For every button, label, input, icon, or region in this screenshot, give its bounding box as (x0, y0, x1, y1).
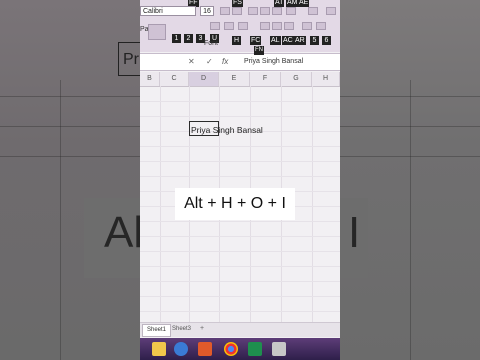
shortcut-caption: Alt + H + O + I (175, 188, 295, 220)
column-header-e[interactable]: E (219, 72, 250, 86)
column-header-c[interactable]: C (160, 72, 189, 86)
cancel-icon[interactable]: ✕ (188, 57, 195, 66)
insert-function-button[interactable]: fx (222, 57, 228, 66)
keytip-al: AL (270, 36, 281, 45)
keytip-at: AT (274, 0, 285, 7)
decrease-indent-icon[interactable] (302, 22, 312, 30)
ie-icon[interactable] (174, 342, 188, 356)
font-name-box[interactable]: Calibri (140, 6, 196, 16)
chrome-icon[interactable] (224, 342, 238, 356)
keytip-1: 1 (172, 34, 181, 43)
font-group-label: Font (204, 40, 219, 47)
keytip-ae: AE (298, 0, 310, 7)
column-header-h[interactable]: H (312, 72, 340, 86)
keytip-h: H (232, 36, 241, 45)
keytip-fc: FC (250, 36, 262, 45)
align-middle-icon[interactable] (260, 7, 270, 15)
keytip-2: 2 (184, 34, 193, 43)
excel-icon[interactable] (248, 342, 262, 356)
blurred-background-left: Pr (0, 0, 140, 360)
app-icon[interactable] (272, 342, 286, 356)
align-bottom-icon[interactable] (272, 7, 282, 15)
cell-value: Priya Singh Bansal (191, 125, 263, 135)
enter-icon[interactable]: ✓ (206, 57, 213, 66)
formula-bar: ✕ ✓ fx FN Priya Singh Bansal (140, 46, 340, 71)
borders-icon[interactable] (210, 22, 220, 30)
font-size-box[interactable]: 16 (200, 6, 214, 16)
column-headers: B C D E F G H (140, 72, 340, 87)
ribbon-home: FF FS AT AM AE Calibri 16 Paster 1 2 3 U… (140, 0, 340, 52)
formula-input[interactable]: Priya Singh Bansal (244, 58, 303, 65)
font-color-icon[interactable] (238, 22, 248, 30)
media-player-icon[interactable] (198, 342, 212, 356)
column-header-g[interactable]: G (281, 72, 312, 86)
keytip-5: 5 (310, 36, 319, 45)
file-explorer-icon[interactable] (152, 342, 166, 356)
blurred-caption-left: Al (104, 208, 144, 257)
paste-icon[interactable] (148, 24, 166, 40)
sheet-tab-1[interactable]: Sheet1 (142, 324, 172, 337)
blurred-caption-right: I (348, 208, 361, 257)
sheet-tabs: Sheet1 Sheet3 + (140, 322, 340, 337)
blurred-cell: Pr (118, 42, 140, 76)
taskbar (140, 338, 340, 360)
merge-center-icon[interactable] (316, 22, 326, 30)
excel-window: FF FS AT AM AE Calibri 16 Paster 1 2 3 U… (140, 0, 340, 360)
shortcut-caption-text: Alt + H + O + I (184, 195, 286, 212)
column-header-f[interactable]: F (250, 72, 281, 86)
align-right-icon[interactable] (284, 22, 294, 30)
wrap-text-icon[interactable] (308, 7, 318, 15)
align-top-icon[interactable] (248, 7, 258, 15)
keytip-ac: AC (282, 36, 294, 45)
sheet-tab-3[interactable]: Sheet3 (168, 324, 195, 335)
keytip-am: AM (286, 0, 299, 7)
column-header-d[interactable]: D (189, 72, 219, 86)
decrease-font-icon[interactable] (232, 7, 242, 15)
add-sheet-icon[interactable]: + (200, 325, 204, 332)
column-header-b[interactable]: B (140, 72, 160, 86)
keytip-fn: FN (254, 46, 264, 55)
align-left-icon[interactable] (260, 22, 270, 30)
increase-font-icon[interactable] (220, 7, 230, 15)
keytip-fs: FS (232, 0, 243, 7)
blurred-background-right (340, 0, 480, 360)
keytip-ar: AR (294, 36, 306, 45)
keytip-6: 6 (322, 36, 331, 45)
orientation-icon[interactable] (286, 7, 296, 15)
align-center-icon[interactable] (272, 22, 282, 30)
number-format-icon[interactable] (326, 7, 336, 15)
fill-color-icon[interactable] (224, 22, 234, 30)
